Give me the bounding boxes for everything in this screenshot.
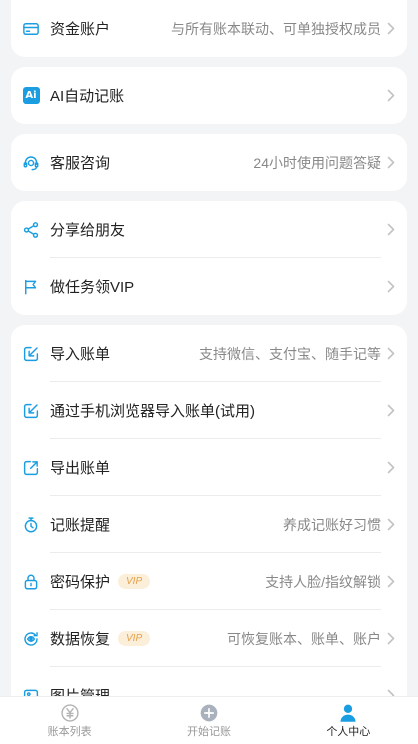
- row-label: 分享给朋友: [50, 222, 126, 239]
- ai-icon-text: Ai: [22, 87, 40, 104]
- row-import-bill[interactable]: 导入账单 支持微信、支付宝、随手记等: [11, 325, 407, 382]
- row-description: 支持人脸/指纹解锁: [265, 573, 381, 590]
- import-icon: [22, 402, 40, 420]
- nav-item-start-bookkeeping[interactable]: 开始记账: [139, 697, 278, 744]
- nav-label: 开始记账: [186, 726, 231, 738]
- chevron-right-icon: [387, 632, 395, 645]
- card-share-tasks: 分享给朋友 做任务领VIP: [11, 201, 407, 315]
- wallet-card-icon: [22, 20, 40, 38]
- row-label: 资金账户: [50, 21, 111, 38]
- row-right: 与所有账本联动、可单独授权成员: [171, 19, 395, 39]
- row-browser-import[interactable]: 通过手机浏览器导入账单(试用): [11, 382, 407, 439]
- chevron-right-icon: [387, 280, 395, 293]
- row-label: 做任务领VIP: [50, 279, 135, 296]
- row-label: 导出账单: [50, 460, 111, 477]
- row-label: AI自动记账: [50, 88, 125, 105]
- vip-badge: VIP: [118, 631, 151, 646]
- headset-icon: [22, 154, 40, 172]
- row-right: 支持微信、支付宝、随手记等: [199, 344, 395, 364]
- row-label: 记账提醒: [50, 517, 111, 534]
- row-right: 24小时使用问题答疑: [253, 153, 395, 173]
- row-right: [381, 89, 395, 102]
- data-recovery-icon: [22, 630, 40, 648]
- chevron-right-icon: [387, 89, 395, 102]
- export-icon: [22, 459, 40, 477]
- row-label: 数据恢复: [50, 631, 111, 648]
- chevron-right-icon: [387, 518, 395, 531]
- card-bill-tools: 导入账单 支持微信、支付宝、随手记等 通过手机浏览器导入账单(试用) 导出账单 …: [11, 325, 407, 724]
- row-description: 养成记账好习惯: [283, 516, 381, 533]
- row-ai-bookkeeping[interactable]: Ai AI自动记账: [11, 67, 407, 124]
- card-fund-account: 资金账户 与所有账本联动、可单独授权成员: [11, 0, 407, 57]
- chevron-right-icon: [387, 461, 395, 474]
- row-data-recovery[interactable]: 数据恢复 VIP 可恢复账本、账单、账户: [11, 610, 407, 667]
- row-right: [381, 223, 395, 236]
- row-description: 可恢复账本、账单、账户: [227, 630, 381, 647]
- row-right: 支持人脸/指纹解锁: [265, 572, 395, 592]
- settings-list: 资金账户 与所有账本联动、可单独授权成员 Ai AI自动记账 客服咨询 24小时…: [0, 0, 418, 734]
- chevron-right-icon: [387, 404, 395, 417]
- nav-item-ledger-list[interactable]: 账本列表: [0, 697, 139, 744]
- row-right: [381, 404, 395, 417]
- row-description: 与所有账本联动、可单独授权成员: [171, 20, 381, 37]
- nav-item-personal-center[interactable]: 个人中心: [279, 697, 418, 744]
- plus-circle-icon: [200, 704, 218, 722]
- bottom-nav: 账本列表 开始记账 个人中心: [0, 697, 418, 744]
- row-right: 养成记账好习惯: [283, 515, 395, 535]
- row-right: [381, 280, 395, 293]
- share-icon: [22, 221, 40, 239]
- row-share-friends[interactable]: 分享给朋友: [11, 201, 407, 258]
- vip-badge: VIP: [118, 574, 151, 589]
- row-right: [381, 461, 395, 474]
- import-icon: [22, 345, 40, 363]
- nav-label: 账本列表: [47, 726, 92, 738]
- lock-icon: [22, 573, 40, 591]
- chevron-right-icon: [387, 22, 395, 35]
- chevron-right-icon: [387, 223, 395, 236]
- alarm-clock-icon: [22, 516, 40, 534]
- row-customer-service[interactable]: 客服咨询 24小时使用问题答疑: [11, 134, 407, 191]
- chevron-right-icon: [387, 575, 395, 588]
- row-task-vip[interactable]: 做任务领VIP: [11, 258, 407, 315]
- row-label: 客服咨询: [50, 155, 111, 172]
- row-label: 通过手机浏览器导入账单(试用): [50, 403, 255, 420]
- flag-icon: [22, 278, 40, 296]
- row-export-bill[interactable]: 导出账单: [11, 439, 407, 496]
- row-fund-account[interactable]: 资金账户 与所有账本联动、可单独授权成员: [11, 0, 407, 57]
- person-icon: [340, 704, 356, 722]
- yuan-circle-icon: [61, 704, 79, 722]
- row-password-protection[interactable]: 密码保护 VIP 支持人脸/指纹解锁: [11, 553, 407, 610]
- card-ai-bookkeeping: Ai AI自动记账: [11, 67, 407, 124]
- row-right: 可恢复账本、账单、账户: [227, 629, 395, 649]
- card-customer-service: 客服咨询 24小时使用问题答疑: [11, 134, 407, 191]
- chevron-right-icon: [387, 156, 395, 169]
- ai-icon: Ai: [22, 87, 40, 105]
- row-label: 密码保护: [50, 574, 111, 591]
- row-bookkeeping-reminder[interactable]: 记账提醒 养成记账好习惯: [11, 496, 407, 553]
- nav-label: 个人中心: [326, 726, 371, 738]
- row-description: 24小时使用问题答疑: [253, 154, 381, 171]
- chevron-right-icon: [387, 347, 395, 360]
- row-description: 支持微信、支付宝、随手记等: [199, 345, 381, 362]
- row-label: 导入账单: [50, 346, 111, 363]
